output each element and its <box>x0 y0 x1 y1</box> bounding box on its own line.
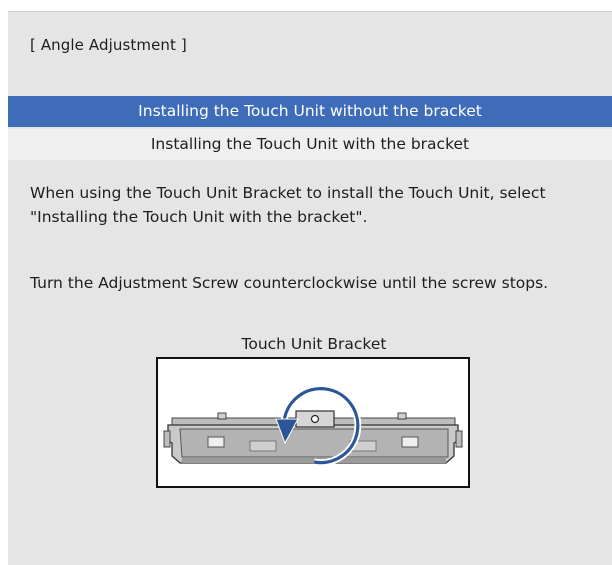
page-title: [ Angle Adjustment ] <box>30 36 187 54</box>
option-with-bracket[interactable]: Installing the Touch Unit with the brack… <box>8 129 612 160</box>
bracket-figure <box>156 357 470 488</box>
angle-adjustment-screen: [ Angle Adjustment ] Installing the Touc… <box>8 11 612 565</box>
bracket-instruction-text: When using the Touch Unit Bracket to ins… <box>30 184 546 226</box>
counterclockwise-arrow-icon <box>275 385 362 467</box>
screw-instruction-text: Turn the Adjustment Screw counterclockwi… <box>30 274 549 292</box>
option-without-bracket[interactable]: Installing the Touch Unit without the br… <box>8 96 612 127</box>
figure-caption: Touch Unit Bracket <box>241 335 387 353</box>
